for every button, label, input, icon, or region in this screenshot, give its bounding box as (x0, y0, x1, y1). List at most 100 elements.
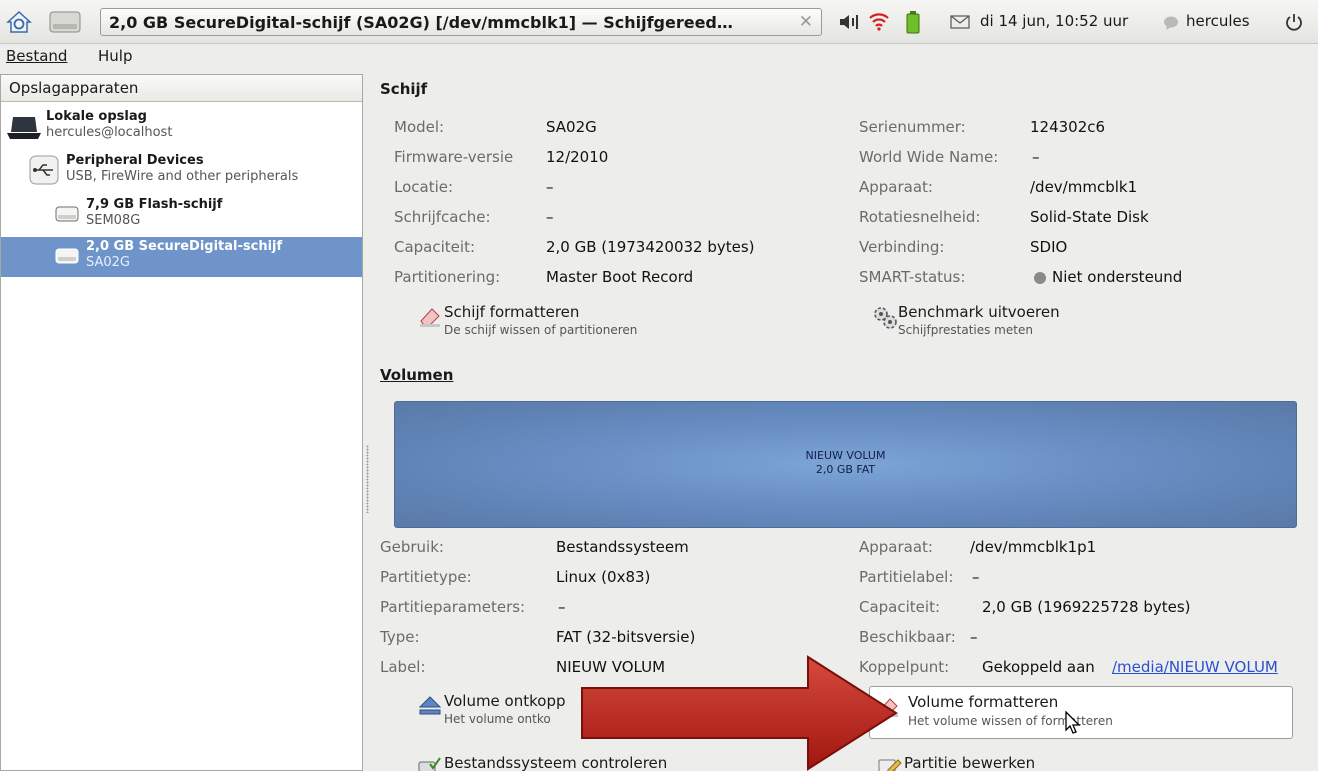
volume-section-title: Volumen (380, 366, 454, 384)
top-panel: 2,0 GB SecureDigital-schijf (SA02G) [/de… (0, 0, 1318, 44)
taskbar-window-button[interactable]: 2,0 GB SecureDigital-schijf (SA02G) [/de… (100, 8, 822, 36)
vol-value-device: /dev/mmcblk1p1 (970, 538, 1097, 556)
storage-devices-sidebar: Opslagapparaten Lokale opslag hercules@l… (0, 74, 363, 771)
laptop-icon (7, 115, 41, 145)
close-icon[interactable]: ✕ (799, 12, 813, 32)
sidebar-item-peripheral-devices[interactable]: Peripheral Devices USB, FireWire and oth… (1, 151, 362, 191)
disk-label-connection: Verbinding: (859, 238, 945, 256)
disk-label-wwn: World Wide Name: (859, 148, 999, 166)
disk-value-wwn: – (1032, 148, 1040, 166)
disk-value-serial: 124302c6 (1030, 118, 1106, 136)
eject-icon (418, 694, 442, 720)
vol-label-partition-params: Partitieparameters: (380, 598, 526, 616)
disk-value-model: SA02G (546, 118, 597, 136)
vol-value-usage: Bestandssysteem (556, 538, 689, 556)
volume-map-name: NIEUW VOLUM (805, 449, 886, 462)
format-volume-subtitle: Het volume wissen of formatteren (908, 714, 1113, 728)
menubar: Bestand Hulp (0, 44, 1318, 70)
menu-hulp[interactable]: Hulp (98, 47, 132, 65)
disk-value-capacity: 2,0 GB (1973420032 bytes) (546, 238, 755, 256)
vol-label-type: Type: (380, 628, 420, 646)
sidebar-item-flash-drive[interactable]: 7,9 GB Flash-schijf SEM08G (1, 195, 362, 235)
format-disk-subtitle: De schijf wissen of partitioneren (444, 323, 638, 337)
disk-label-partitioning: Partitionering: (394, 268, 501, 286)
wifi-icon[interactable] (868, 10, 890, 36)
disk-label-firmware: Firmware-versie (394, 148, 514, 166)
sidebar-item-title: 2,0 GB SecureDigital-schijf (86, 239, 283, 254)
vol-value-capacity: 2,0 GB (1969225728 bytes) (982, 598, 1191, 616)
format-volume-title: Volume formatteren (908, 693, 1059, 711)
unmount-volume-subtitle: Het volume ontko (444, 712, 551, 726)
clock[interactable]: di 14 jun, 10:52 uur (980, 12, 1128, 30)
disk-value-connection: SDIO (1030, 238, 1068, 256)
disk-label-write-cache: Schrijfcache: (394, 208, 491, 226)
vol-label-capacity: Capaciteit: (859, 598, 941, 616)
sidebar-item-subtitle: USB, FireWire and other peripherals (66, 169, 299, 184)
vol-value-type: FAT (32-bitsversie) (556, 628, 696, 646)
sidebar-item-title: Lokale opslag (46, 109, 147, 124)
disk-utility-launcher-icon[interactable] (48, 8, 82, 40)
eraser-icon (418, 305, 442, 333)
disk-value-location: – (546, 178, 554, 196)
sidebar-item-subtitle: SA02G (86, 255, 131, 270)
disk-value-write-cache: – (546, 208, 554, 226)
sidebar-item-subtitle: hercules@localhost (46, 125, 173, 140)
volume-map-partition[interactable]: NIEUW VOLUM 2,0 GB FAT (394, 401, 1297, 528)
mountpoint-link[interactable]: /media/NIEUW VOLUM (1112, 658, 1278, 676)
vol-label-partition-type: Partitietype: (380, 568, 472, 586)
disk-section-title: Schijf (380, 80, 428, 98)
benchmark-subtitle: Schijfprestaties meten (898, 323, 1033, 337)
sidebar-header[interactable]: Opslagapparaten (1, 75, 362, 102)
battery-icon[interactable] (906, 10, 920, 38)
disk-label-rotation: Rotatiesnelheid: (859, 208, 981, 226)
disk-value-rotation: Solid-State Disk (1030, 208, 1149, 226)
unmount-volume-title: Volume ontkopp (444, 692, 566, 710)
disk-value-partitioning: Master Boot Record (546, 268, 694, 286)
edit-partition-button[interactable]: Partitie bewerken (870, 754, 1190, 771)
disk-label-capacity: Capaciteit: (394, 238, 476, 256)
vol-value-partition-label: – (972, 568, 980, 586)
disk-value-smart: Niet ondersteund (1052, 268, 1183, 286)
vol-label-partition-label: Partitielabel: (859, 568, 954, 586)
vol-value-partition-type: Linux (0x83) (556, 568, 651, 586)
drive-icon (55, 247, 79, 269)
pane-splitter-handle[interactable] (366, 445, 369, 513)
mouse-cursor-icon (1064, 710, 1082, 739)
edit-partition-title: Partitie bewerken (904, 754, 1036, 771)
volume-map-size: 2,0 GB FAT (815, 463, 876, 476)
vol-value-partition-params: – (558, 598, 566, 616)
vol-value-mountpoint-prefix: Gekoppeld aan (982, 658, 1095, 676)
volume-icon[interactable] (838, 12, 860, 36)
annotation-arrow (581, 655, 898, 771)
sidebar-item-title: Peripheral Devices (66, 153, 204, 168)
sidebar-item-local-storage[interactable]: Lokale opslag hercules@localhost (1, 107, 362, 147)
menu-bestand[interactable]: Bestand (6, 47, 67, 65)
disk-value-firmware: 12/2010 (546, 148, 609, 166)
usb-icon (29, 155, 59, 189)
check-filesystem-icon (418, 756, 442, 771)
format-disk-button[interactable]: Schijf formatteren De schijf wissen of p… (410, 303, 730, 347)
disk-value-device: /dev/mmcblk1 (1030, 178, 1138, 196)
vol-label-device: Apparaat: (859, 538, 933, 556)
disk-label-device: Apparaat: (859, 178, 933, 196)
benchmark-button[interactable]: Benchmark uitvoeren Schijfprestaties met… (864, 303, 1184, 347)
disk-label-location: Locatie: (394, 178, 454, 196)
smart-status-dot-icon (1034, 272, 1046, 284)
benchmark-title: Benchmark uitvoeren (898, 303, 1060, 321)
sidebar-item-subtitle: SEM08G (86, 213, 141, 228)
vol-label-available: Beschikbaar: (859, 628, 956, 646)
drive-icon (55, 205, 79, 227)
sidebar-item-title: 7,9 GB Flash-schijf (86, 197, 223, 212)
mail-icon[interactable] (950, 15, 970, 33)
vol-value-available: – (970, 628, 978, 646)
vol-label-label: Label: (380, 658, 426, 676)
user-status-icon (1163, 16, 1179, 34)
taskbar-window-title: 2,0 GB SecureDigital-schijf (SA02G) [/de… (109, 13, 733, 32)
power-icon[interactable] (1285, 13, 1303, 35)
sidebar-item-sd-card[interactable]: 2,0 GB SecureDigital-schijf SA02G (1, 237, 362, 277)
disk-label-smart: SMART-status: (859, 268, 966, 286)
user-name[interactable]: hercules (1186, 12, 1250, 30)
app-menu-icon[interactable] (6, 9, 32, 39)
vol-label-usage: Gebruik: (380, 538, 444, 556)
format-volume-button[interactable]: Volume formatteren Het volume wissen of … (869, 686, 1293, 739)
